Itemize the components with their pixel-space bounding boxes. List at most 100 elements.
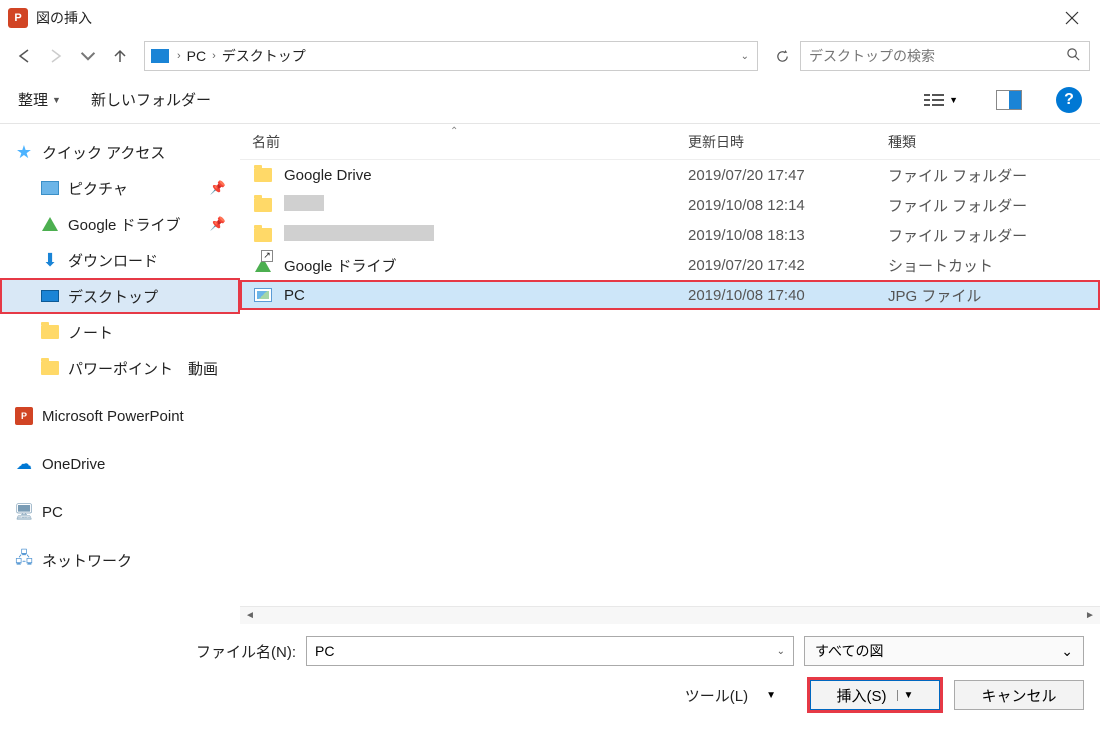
breadcrumb-dropdown[interactable]: ⌄ [741,51,749,62]
breadcrumb-item[interactable]: PC [187,48,206,64]
scroll-left-icon[interactable]: ◄ [242,608,258,624]
file-date: 2019/10/08 18:13 [688,227,888,244]
filename-value: PC [315,643,777,659]
filter-value: すべての図 [815,641,1061,661]
file-name: Google Drive [284,167,372,184]
folder-icon [40,360,60,376]
search-box[interactable] [800,41,1090,71]
details-view-icon [923,92,945,108]
up-button[interactable] [106,42,134,70]
sidebar-ms-powerpoint[interactable]: PMicrosoft PowerPoint [0,398,240,434]
file-icon [252,166,274,184]
powerpoint-icon: P [14,408,34,424]
column-name[interactable]: 名前 [248,132,688,152]
sidebar: ★クイック アクセス ピクチャ📌 Google ドライブ📌 ⬇ダウンロード デス… [0,124,240,624]
chevron-right-icon: › [177,50,181,62]
file-name: Google ドライブ [284,255,397,276]
cancel-button[interactable]: キャンセル [954,680,1084,710]
powerpoint-icon: P [8,8,28,28]
file-date: 2019/07/20 17:42 [688,257,888,274]
sidebar-quick-access[interactable]: ★クイック アクセス [0,134,240,170]
filename-combo[interactable]: PC ⌄ [306,636,794,666]
folder-icon [40,324,60,340]
sidebar-pc[interactable]: 🖥PC [0,494,240,530]
forward-button[interactable] [42,42,70,70]
file-row[interactable]: Google ドライブ 2019/07/20 17:42ショートカット [240,250,1100,280]
file-filter-combo[interactable]: すべての図 ⌄ [804,636,1084,666]
file-row[interactable]: 2019/10/08 18:13ファイル フォルダー [240,220,1100,250]
refresh-button[interactable] [768,42,796,70]
chevron-down-icon[interactable]: ⌄ [777,646,785,657]
file-icon [252,226,274,244]
breadcrumb[interactable]: › PC › デスクトップ ⌄ [144,41,758,71]
chevron-down-icon [80,48,96,64]
back-button[interactable] [10,42,38,70]
close-button[interactable] [1052,3,1092,33]
sidebar-downloads[interactable]: ⬇ダウンロード [0,242,240,278]
pin-icon: 📌 [210,180,226,196]
column-headers: 名前 更新日時 種類 [240,124,1100,160]
sidebar-pictures[interactable]: ピクチャ📌 [0,170,240,206]
file-row[interactable]: 2019/10/08 12:14ファイル フォルダー [240,190,1100,220]
breadcrumb-item[interactable]: デスクトップ [222,46,306,66]
view-mode-button[interactable]: ▼ [919,90,962,110]
column-type[interactable]: 種類 [888,132,1068,152]
sort-indicator-icon: ⌃ [450,126,458,137]
star-icon: ★ [14,144,34,160]
file-name: PC [284,287,305,304]
sidebar-notes[interactable]: ノート [0,314,240,350]
file-row[interactable]: PC 2019/10/08 17:40JPG ファイル [240,280,1100,310]
new-folder-button[interactable]: 新しいフォルダー [91,89,211,110]
insert-split-dropdown[interactable]: ▼ [897,690,914,701]
file-name [284,225,434,245]
recent-dropdown[interactable] [74,42,102,70]
download-icon: ⬇ [40,252,60,268]
chevron-down-icon[interactable]: ⌄ [1061,643,1073,660]
organize-menu[interactable]: 整理▼ [18,89,61,110]
file-type: ショートカット [888,255,1068,276]
onedrive-icon: ☁ [14,456,34,472]
refresh-icon [775,49,790,64]
filename-label: ファイル名(N): [16,641,296,662]
horizontal-scrollbar[interactable]: ◄ ► [240,606,1100,624]
column-date[interactable]: 更新日時 [688,132,888,152]
up-icon [112,48,128,64]
file-type: ファイル フォルダー [888,225,1068,246]
pictures-icon [40,180,60,196]
sidebar-ppt-movie[interactable]: パワーポイント 動画 [0,350,240,386]
file-type: ファイル フォルダー [888,195,1068,216]
file-date: 2019/07/20 17:47 [688,167,888,184]
desktop-icon [151,49,169,63]
dialog-footer: ファイル名(N): PC ⌄ すべての図 ⌄ ツール(L) ▼ 挿入(S) ▼ … [0,624,1100,726]
file-type: JPG ファイル [888,285,1068,306]
insert-button[interactable]: 挿入(S) ▼ [810,680,940,710]
sidebar-desktop[interactable]: デスクトップ [0,278,240,314]
close-icon [1065,11,1079,25]
search-input[interactable] [809,48,1066,64]
tools-menu[interactable]: ツール(L) [685,685,748,706]
file-icon [252,256,274,274]
help-button[interactable]: ? [1056,87,1082,113]
network-icon: 🖧 [14,552,34,568]
chevron-down-icon[interactable]: ▼ [766,690,776,701]
sidebar-onedrive[interactable]: ☁OneDrive [0,446,240,482]
nav-bar: › PC › デスクトップ ⌄ [0,36,1100,76]
forward-icon [48,48,64,64]
file-row[interactable]: Google Drive 2019/07/20 17:47ファイル フォルダー [240,160,1100,190]
search-icon[interactable] [1066,47,1081,65]
file-list: ⌃ 名前 更新日時 種類 Google Drive 2019/07/20 17:4… [240,124,1100,624]
pc-icon: 🖥 [14,504,34,520]
file-icon [252,286,274,304]
scroll-right-icon[interactable]: ► [1082,608,1098,624]
chevron-right-icon: › [212,50,216,62]
preview-pane-button[interactable] [992,88,1026,112]
title-bar: P 図の挿入 [0,0,1100,36]
file-type: ファイル フォルダー [888,165,1068,186]
window-title: 図の挿入 [36,8,1052,28]
file-name [284,195,324,215]
sidebar-network[interactable]: 🖧ネットワーク [0,542,240,578]
desktop-icon [40,288,60,304]
sidebar-google-drive[interactable]: Google ドライブ📌 [0,206,240,242]
file-date: 2019/10/08 17:40 [688,287,888,304]
toolbar: 整理▼ 新しいフォルダー ▼ ? [0,76,1100,124]
